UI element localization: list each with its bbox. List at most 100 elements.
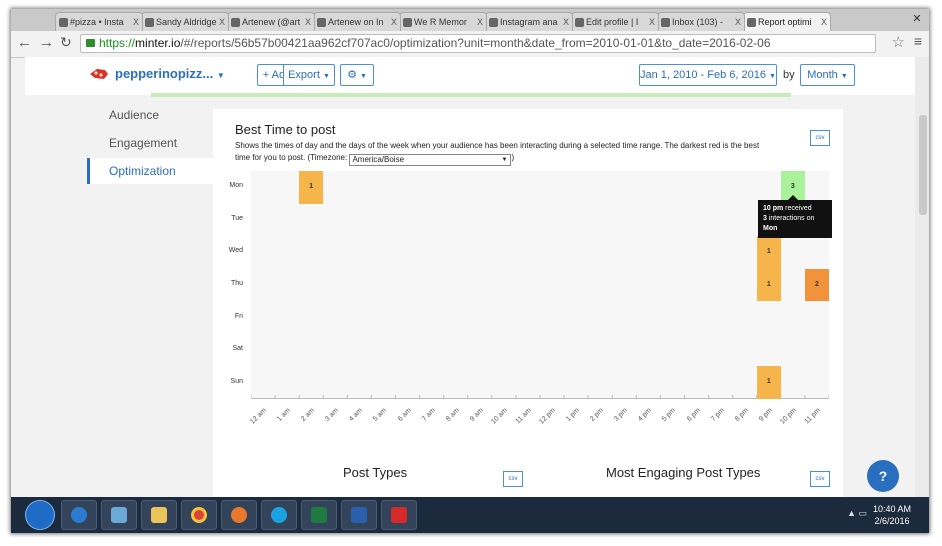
tab-favicon-icon <box>747 18 756 27</box>
taskbar-ie-icon[interactable] <box>61 500 97 530</box>
forward-arrow-icon[interactable]: → <box>39 34 54 51</box>
tab-close-icon[interactable]: X <box>821 13 827 31</box>
taskbar-app-icon[interactable] <box>381 500 417 530</box>
hour-label: 8 pm <box>733 407 750 423</box>
taskbar-excel-icon[interactable] <box>301 500 337 530</box>
account-selector[interactable]: pepperinopizz... ▼ <box>115 66 225 81</box>
os-taskbar: ▲ ▭ 10:40 AM 2/6/2016 <box>11 497 929 533</box>
start-button[interactable] <box>25 500 55 530</box>
taskbar-app-icon[interactable] <box>101 500 137 530</box>
hour-label: 10 pm <box>779 407 798 426</box>
hour-label: 11 am <box>514 407 533 426</box>
taskbar-folder-icon[interactable] <box>141 500 177 530</box>
heatmap-cell[interactable]: 1 <box>299 171 324 204</box>
hour-label: 6 am <box>396 407 413 423</box>
browser-tab[interactable]: Artenew on In X <box>313 12 401 31</box>
tab-close-icon[interactable]: X <box>133 13 139 31</box>
hour-label: 9 pm <box>757 407 774 423</box>
page-scrollbar[interactable] <box>915 57 929 497</box>
hour-label: 5 pm <box>661 407 678 423</box>
tab-close-icon[interactable]: X <box>649 13 655 31</box>
address-bar[interactable]: https://minter.io/#/reports/56b57b00421a… <box>80 34 876 53</box>
hour-label: 12 pm <box>538 407 557 426</box>
help-chat-button[interactable]: ? <box>867 460 899 492</box>
caret-down-icon: ▼ <box>322 73 330 80</box>
tab-close-icon[interactable]: X <box>735 13 741 31</box>
hour-label: 2 am <box>300 407 317 423</box>
hour-label: 8 am <box>444 407 461 423</box>
sidebar-item-audience[interactable]: Audience <box>87 102 213 128</box>
hour-label: 11 pm <box>803 407 822 426</box>
browser-tab[interactable]: #pizza • Insta X <box>55 12 143 31</box>
card-title: Best Time to post <box>235 122 336 137</box>
date-range-button[interactable]: Jan 1, 2010 - Feb 6, 2016 ▼ <box>639 64 777 86</box>
browser-tab[interactable]: Instagram ana X <box>485 12 573 31</box>
best-time-card: Best Time to post Shows the times of day… <box>213 109 843 533</box>
unit-select-button[interactable]: Month ▼ <box>800 64 855 86</box>
sidebar-item-label: Audience <box>109 108 160 122</box>
bookmark-star-icon[interactable]: ☆ <box>892 33 905 51</box>
hour-label: 2 pm <box>589 407 606 423</box>
tab-close-icon[interactable]: X <box>391 13 397 31</box>
sidebar-item-optimization[interactable]: Optimization <box>87 158 213 184</box>
sidebar-item-label: Optimization <box>109 164 176 178</box>
taskbar-firefox-icon[interactable] <box>221 500 257 530</box>
reload-icon[interactable]: ↻ <box>60 34 72 51</box>
tab-favicon-icon <box>403 18 412 27</box>
heatmap-cell[interactable]: 2 <box>804 268 829 302</box>
tab-label: Artenew (@art <box>242 17 301 27</box>
tray-arrow-icon[interactable]: ▲ ▭ <box>847 508 867 519</box>
browser-tab[interactable]: Edit profile | I X <box>571 12 659 31</box>
hour-label: 4 am <box>348 407 365 423</box>
tab-favicon-icon <box>575 18 584 27</box>
window-close-icon[interactable]: ✕ <box>911 13 923 25</box>
hour-label: 3 pm <box>613 407 630 423</box>
heatmap-cell[interactable]: 1 <box>756 268 781 302</box>
lock-icon <box>86 39 95 47</box>
csv-button[interactable]: csv <box>810 130 830 146</box>
tab-label: Sandy Aldridge <box>156 17 217 27</box>
heatmap-cell[interactable]: 1 <box>756 236 781 269</box>
by-label: by <box>783 69 795 81</box>
taskbar-word-icon[interactable] <box>341 500 377 530</box>
back-arrow-icon[interactable]: ← <box>17 34 32 51</box>
hour-label: 12 am <box>249 407 268 426</box>
taskbar-chrome-icon[interactable] <box>181 500 217 530</box>
day-label: Thu <box>230 280 243 287</box>
tab-favicon-icon <box>59 18 68 27</box>
export-button[interactable]: Export ▼ <box>283 64 335 86</box>
caret-down-icon: ▼ <box>769 73 776 80</box>
browser-tab[interactable]: Sandy Aldridge X <box>141 12 229 31</box>
url-path: /#/reports/56b57b00421aa962cf707ac0/opti… <box>180 36 771 50</box>
tab-label: Inbox (103) - <box>672 17 724 27</box>
sidebar-item-engagement[interactable]: Engagement <box>87 130 213 156</box>
hour-label: 3 am <box>324 407 341 423</box>
browser-tab[interactable]: Inbox (103) - X <box>657 12 745 31</box>
settings-button[interactable]: ⚙ ▼ <box>340 64 374 86</box>
tab-close-icon[interactable]: X <box>563 13 569 31</box>
browser-menu-icon[interactable]: ≡ <box>914 33 922 49</box>
tab-favicon-icon <box>145 18 154 27</box>
browser-tab[interactable]: We R Memor X <box>399 12 487 31</box>
tab-close-icon[interactable]: X <box>477 13 483 31</box>
tab-close-icon[interactable]: X <box>305 13 311 31</box>
heatmap-cell[interactable]: 1 <box>756 366 781 399</box>
card-description: Shows the times of day and the days of t… <box>235 141 760 166</box>
most-engaging-csv-button[interactable]: csv <box>810 471 830 487</box>
tab-close-icon[interactable]: X <box>219 13 225 31</box>
taskbar-skype-icon[interactable] <box>261 500 297 530</box>
hour-label: 10 am <box>490 407 509 426</box>
scrollbar-thumb[interactable] <box>919 115 927 215</box>
browser-tab[interactable]: Report optimi X <box>743 12 831 31</box>
tab-label: Artenew on In <box>328 17 384 27</box>
taskbar-clock[interactable]: 10:40 AM 2/6/2016 <box>873 503 911 527</box>
browser-tab[interactable]: Artenew (@art X <box>227 12 315 31</box>
post-types-title: Post Types <box>343 465 408 480</box>
caret-down-icon: ▼ <box>501 157 508 163</box>
sidebar-item-label: Engagement <box>109 136 178 150</box>
tooltip-interactions: interactions on <box>766 215 815 222</box>
day-label: Mon <box>229 182 243 190</box>
url-scheme: https:// <box>99 36 136 50</box>
timezone-select[interactable]: America/Boise ▼ <box>349 154 512 166</box>
post-types-csv-button[interactable]: csv <box>503 471 523 487</box>
